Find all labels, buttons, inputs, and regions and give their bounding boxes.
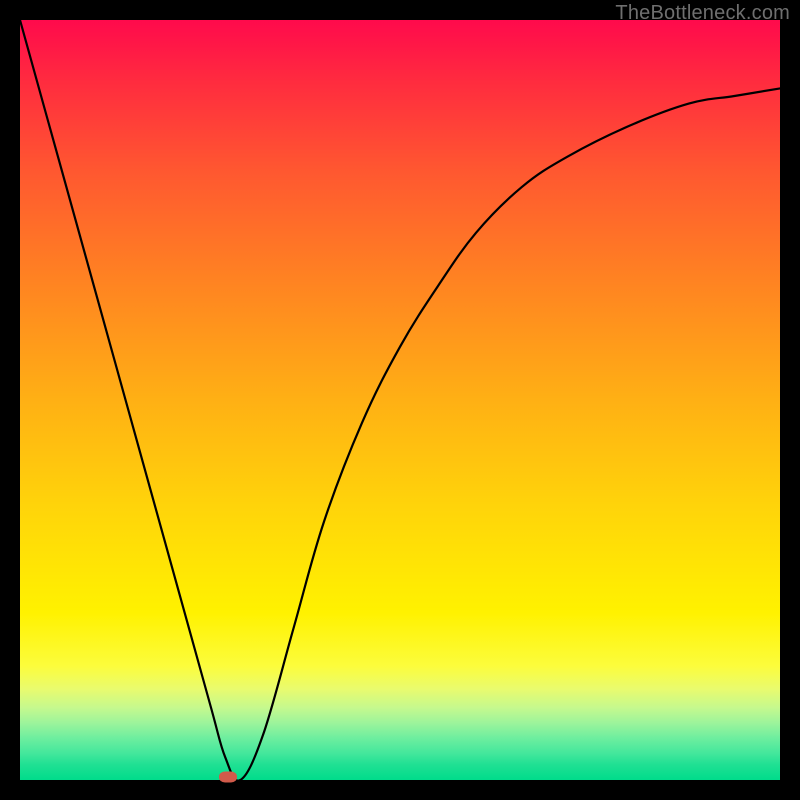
bottleneck-curve-path [20, 20, 780, 781]
plot-area [20, 20, 780, 780]
watermark-text: TheBottleneck.com [615, 2, 790, 25]
curve-svg [20, 20, 780, 780]
chart-frame: TheBottleneck.com [0, 0, 800, 800]
optimal-point-marker [219, 771, 237, 782]
